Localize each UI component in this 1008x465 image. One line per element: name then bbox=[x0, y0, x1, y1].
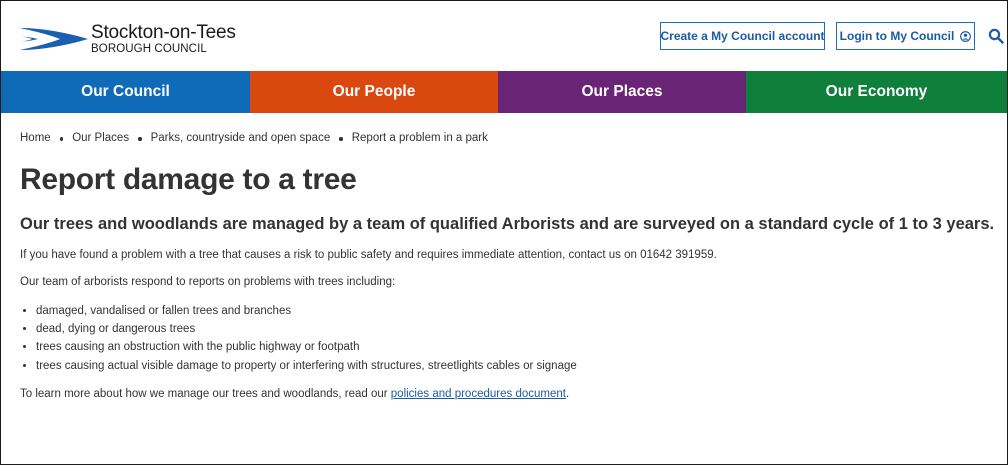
login-button[interactable]: Login to My Council bbox=[836, 22, 975, 50]
breadcrumb-separator bbox=[138, 137, 142, 141]
create-account-label: Create a My Council account bbox=[660, 29, 825, 43]
search-icon[interactable] bbox=[988, 28, 1004, 44]
page: Stockton-on-Tees BOROUGH COUNCIL Create … bbox=[0, 0, 1008, 465]
nav-our-council[interactable]: Our Council bbox=[1, 71, 250, 113]
breadcrumb: Home Our Places Parks, countryside and o… bbox=[1, 113, 1007, 149]
breadcrumb-home[interactable]: Home bbox=[20, 132, 51, 144]
list-item: trees causing actual visible damage to p… bbox=[36, 357, 997, 375]
logo-title: Stockton-on-Tees bbox=[91, 22, 236, 43]
site-logo[interactable]: Stockton-on-Tees BOROUGH COUNCIL bbox=[20, 23, 236, 56]
learn-more-text: To learn more about how we manage our tr… bbox=[20, 387, 391, 400]
breadcrumb-separator bbox=[59, 137, 64, 141]
main-navigation: Our Council Our People Our Places Our Ec… bbox=[1, 71, 1007, 113]
list-item: trees causing an obstruction with the pu… bbox=[36, 338, 997, 356]
policies-link[interactable]: policies and procedures document bbox=[391, 388, 566, 400]
page-title: Report damage to a tree bbox=[20, 163, 357, 196]
breadcrumb-current: Report a problem in a park bbox=[351, 132, 488, 144]
main-content: Report damage to a tree Our trees and wo… bbox=[1, 163, 1007, 402]
nav-our-economy[interactable]: Our Economy bbox=[746, 71, 1007, 113]
breadcrumb-parks[interactable]: Parks, countryside and open space bbox=[151, 132, 331, 144]
breadcrumb-separator bbox=[339, 137, 343, 141]
list-item: damaged, vandalised or fallen trees and … bbox=[36, 302, 997, 320]
learn-more-paragraph: To learn more about how we manage our tr… bbox=[20, 387, 997, 402]
breadcrumb-our-places[interactable]: Our Places bbox=[72, 132, 129, 144]
create-account-button[interactable]: Create a My Council account bbox=[660, 22, 825, 50]
nav-our-people[interactable]: Our People bbox=[250, 71, 498, 113]
swoosh-logo-icon bbox=[20, 28, 88, 51]
logo-subtitle: BOROUGH COUNCIL bbox=[91, 43, 207, 55]
nav-our-places[interactable]: Our Places bbox=[498, 71, 746, 113]
problem-list: damaged, vandalised or fallen trees and … bbox=[20, 302, 997, 375]
login-label: Login to My Council bbox=[839, 29, 955, 43]
user-circle-icon bbox=[960, 30, 972, 42]
lead-paragraph: Our trees and woodlands are managed by a… bbox=[20, 214, 995, 233]
intro-paragraph: Our team of arborists respond to reports… bbox=[20, 276, 396, 289]
learn-more-suffix: . bbox=[565, 387, 570, 400]
safety-paragraph: If you have found a problem with a tree … bbox=[20, 249, 717, 262]
site-header: Stockton-on-Tees BOROUGH COUNCIL Create … bbox=[1, 1, 1007, 71]
list-item: dead, dying or dangerous trees bbox=[36, 320, 997, 338]
